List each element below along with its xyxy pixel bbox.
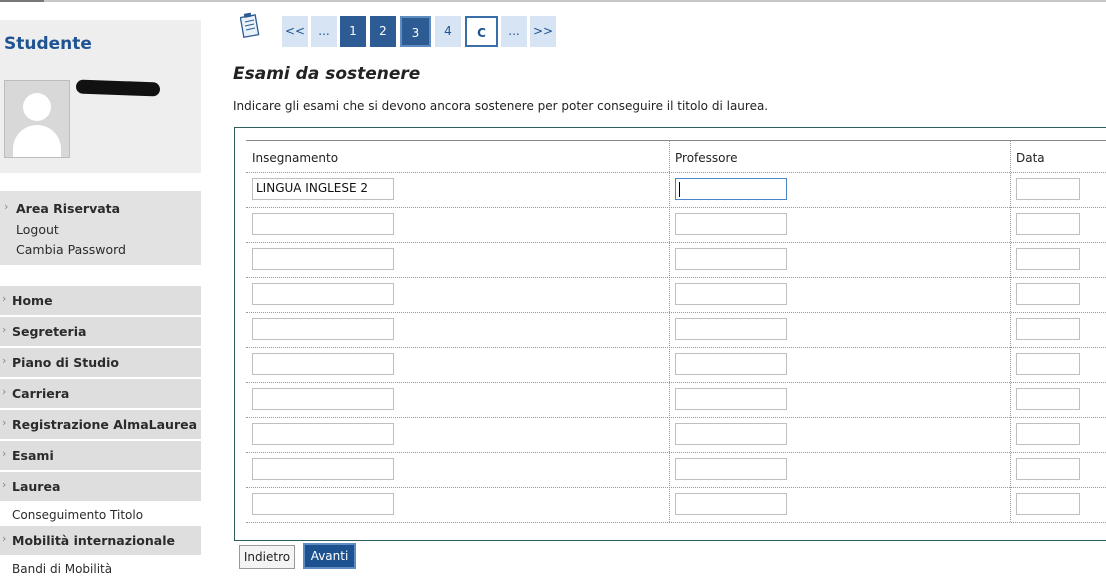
chevron-right-icon: ›	[2, 416, 7, 429]
nav-item-label: Mobilità internazionale	[12, 533, 175, 548]
data-input[interactable]	[1016, 178, 1080, 200]
professore-input[interactable]	[675, 493, 787, 515]
nav-item-label: Piano di Studio	[12, 355, 120, 370]
nav-item-carriera[interactable]: › Carriera	[0, 379, 201, 408]
row-divider	[246, 172, 1106, 173]
column-header-insegnamento: Insegnamento	[252, 151, 339, 165]
data-input[interactable]	[1016, 248, 1080, 270]
data-input[interactable]	[1016, 353, 1080, 375]
avatar-head-shape	[23, 93, 51, 121]
nav-item-home[interactable]: › Home	[0, 286, 201, 315]
student-title: Studente	[4, 34, 92, 54]
insegnamento-input[interactable]	[252, 458, 394, 480]
chevron-right-icon: ›	[2, 354, 7, 367]
back-button[interactable]: Indietro	[239, 545, 295, 569]
insegnamento-input[interactable]	[252, 423, 394, 445]
chevron-right-icon: ›	[4, 200, 9, 213]
pager-step-2[interactable]: 2	[370, 16, 396, 47]
row-divider	[246, 452, 1106, 453]
insegnamento-input[interactable]	[252, 283, 394, 305]
nav-item-label: Segreteria	[12, 324, 87, 339]
column-divider	[669, 141, 670, 522]
row-divider	[246, 487, 1106, 488]
instructions-text: Indicare gli esami che si devono ancora …	[233, 99, 769, 113]
student-panel: Studente	[0, 20, 201, 173]
nav-item-segreteria[interactable]: › Segreteria	[0, 317, 201, 346]
sidebar-subitem-bandi-mobilita[interactable]: Bandi di Mobilità	[12, 562, 112, 576]
nav-item-label: Registrazione AlmaLaurea	[12, 417, 198, 432]
redacted-username	[75, 79, 161, 97]
insegnamento-input[interactable]	[252, 353, 394, 375]
professore-input[interactable]	[675, 318, 787, 340]
professore-input[interactable]	[675, 283, 787, 305]
insegnamento-input[interactable]	[252, 318, 394, 340]
insegnamento-input[interactable]: LINGUA INGLESE 2	[252, 178, 394, 200]
column-header-data: Data	[1016, 151, 1045, 165]
chevron-right-icon: ›	[2, 292, 7, 305]
pager-ellipsis-left[interactable]: ...	[311, 16, 337, 47]
pager-first[interactable]: <<	[282, 16, 308, 47]
chevron-right-icon: ›	[2, 323, 7, 336]
data-input[interactable]	[1016, 283, 1080, 305]
row-divider	[246, 312, 1106, 313]
sidebar: Studente › Area Riservata Logout Cambia …	[0, 2, 201, 580]
insegnamento-input[interactable]	[252, 213, 394, 235]
page-title: Esami da sostenere	[233, 64, 421, 84]
professore-input[interactable]	[675, 353, 787, 375]
sidebar-subitem-conseguimento-titolo[interactable]: Conseguimento Titolo	[12, 508, 143, 522]
pager-last[interactable]: >>	[530, 16, 556, 47]
nav-item-label: Esami	[12, 448, 54, 463]
data-input[interactable]	[1016, 388, 1080, 410]
professore-input[interactable]	[675, 178, 787, 200]
row-divider	[246, 277, 1106, 278]
nav-item-almalaurea[interactable]: › Registrazione AlmaLaurea	[0, 410, 201, 439]
column-divider	[1010, 141, 1011, 522]
row-divider	[246, 207, 1106, 208]
chevron-right-icon: ›	[2, 447, 7, 460]
row-divider	[246, 347, 1106, 348]
nav-item-mobilita[interactable]: › Mobilità internazionale	[0, 526, 201, 555]
change-password-link[interactable]: Cambia Password	[16, 242, 126, 257]
professore-input[interactable]	[675, 423, 787, 445]
professore-input[interactable]	[675, 458, 787, 480]
chevron-right-icon: ›	[2, 532, 7, 545]
text-cursor	[679, 182, 680, 197]
chevron-right-icon: ›	[2, 385, 7, 398]
data-input[interactable]	[1016, 493, 1080, 515]
pager-step-c[interactable]: C	[465, 16, 498, 47]
data-input[interactable]	[1016, 458, 1080, 480]
data-input[interactable]	[1016, 213, 1080, 235]
column-header-professore: Professore	[675, 151, 738, 165]
nav-item-label: Laurea	[12, 479, 61, 494]
nav-item-label: Carriera	[12, 386, 70, 401]
avatar	[4, 80, 70, 158]
exams-table: Insegnamento Professore Data LINGUA INGL…	[246, 140, 1106, 523]
nav-item-piano-di-studio[interactable]: › Piano di Studio	[0, 348, 201, 377]
insegnamento-input[interactable]	[252, 388, 394, 410]
row-divider	[246, 382, 1106, 383]
data-input[interactable]	[1016, 318, 1080, 340]
chevron-right-icon: ›	[2, 478, 7, 491]
clipboard-icon	[240, 12, 260, 38]
pager-step-1[interactable]: 1	[340, 16, 366, 47]
data-input[interactable]	[1016, 423, 1080, 445]
pager-ellipsis-right[interactable]: ...	[501, 16, 527, 47]
insegnamento-input[interactable]	[252, 248, 394, 270]
row-divider	[246, 242, 1106, 243]
professore-input[interactable]	[675, 248, 787, 270]
nav-item-esami[interactable]: › Esami	[0, 441, 201, 470]
area-riservata-panel: › Area Riservata Logout Cambia Password	[0, 191, 201, 265]
professore-input[interactable]	[675, 213, 787, 235]
pager-step-4[interactable]: 4	[435, 16, 461, 47]
pager-step-3-current[interactable]: 3	[400, 16, 431, 47]
area-riservata-link[interactable]: Area Riservata	[16, 201, 120, 216]
logout-link[interactable]: Logout	[16, 222, 59, 237]
row-divider	[246, 417, 1106, 418]
professore-input[interactable]	[675, 388, 787, 410]
avatar-body-shape	[13, 125, 61, 157]
nav-item-label: Home	[12, 293, 53, 308]
nav-item-laurea[interactable]: › Laurea	[0, 472, 201, 501]
next-button[interactable]: Avanti	[303, 543, 356, 569]
insegnamento-input[interactable]	[252, 493, 394, 515]
